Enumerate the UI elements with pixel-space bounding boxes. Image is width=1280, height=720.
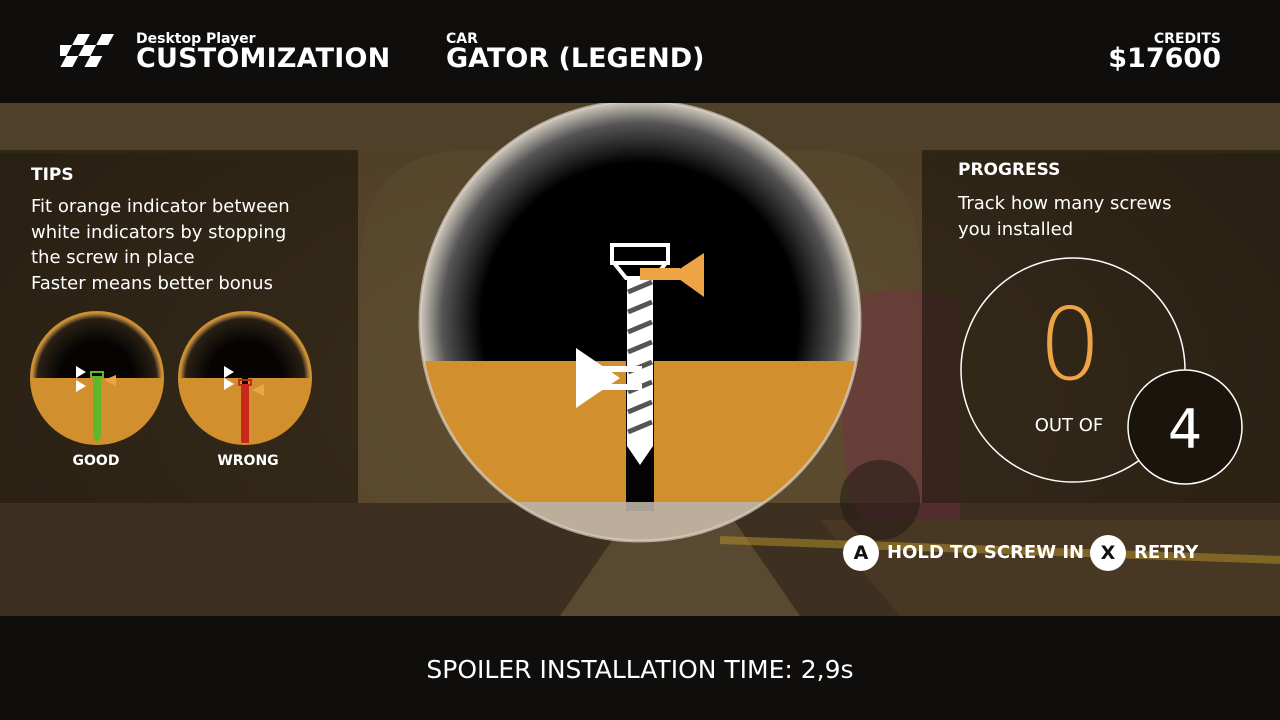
hold-to-screw-in-label[interactable]: HOLD TO SCREW IN	[887, 542, 1084, 564]
screws-installed-count: 0	[1038, 286, 1102, 403]
car-name: GATOR (LEGEND)	[446, 43, 705, 74]
screws-total-count: 4	[1167, 398, 1203, 461]
progress-title: PROGRESS	[958, 160, 1061, 180]
installation-time: SPOILER INSTALLATION TIME: 2,9s	[426, 655, 854, 684]
x-button-icon[interactable]: X	[1090, 535, 1126, 571]
retry-label[interactable]: RETRY	[1134, 542, 1198, 564]
progress-line: you installed	[958, 218, 1074, 240]
progress-text: Track how many screws you installed	[958, 191, 1258, 242]
good-example-label: GOOD	[72, 453, 120, 469]
out-of-label: OUT OF	[1034, 415, 1104, 436]
progress-line: Track how many screws	[958, 193, 1172, 214]
wrong-example-icon	[178, 311, 312, 445]
a-button-icon[interactable]: A	[843, 535, 879, 571]
credits-value: $17600	[1108, 43, 1221, 74]
good-example-icon	[30, 311, 164, 445]
tip-examples	[30, 311, 312, 445]
wrong-example-label: WRONG	[217, 453, 279, 469]
